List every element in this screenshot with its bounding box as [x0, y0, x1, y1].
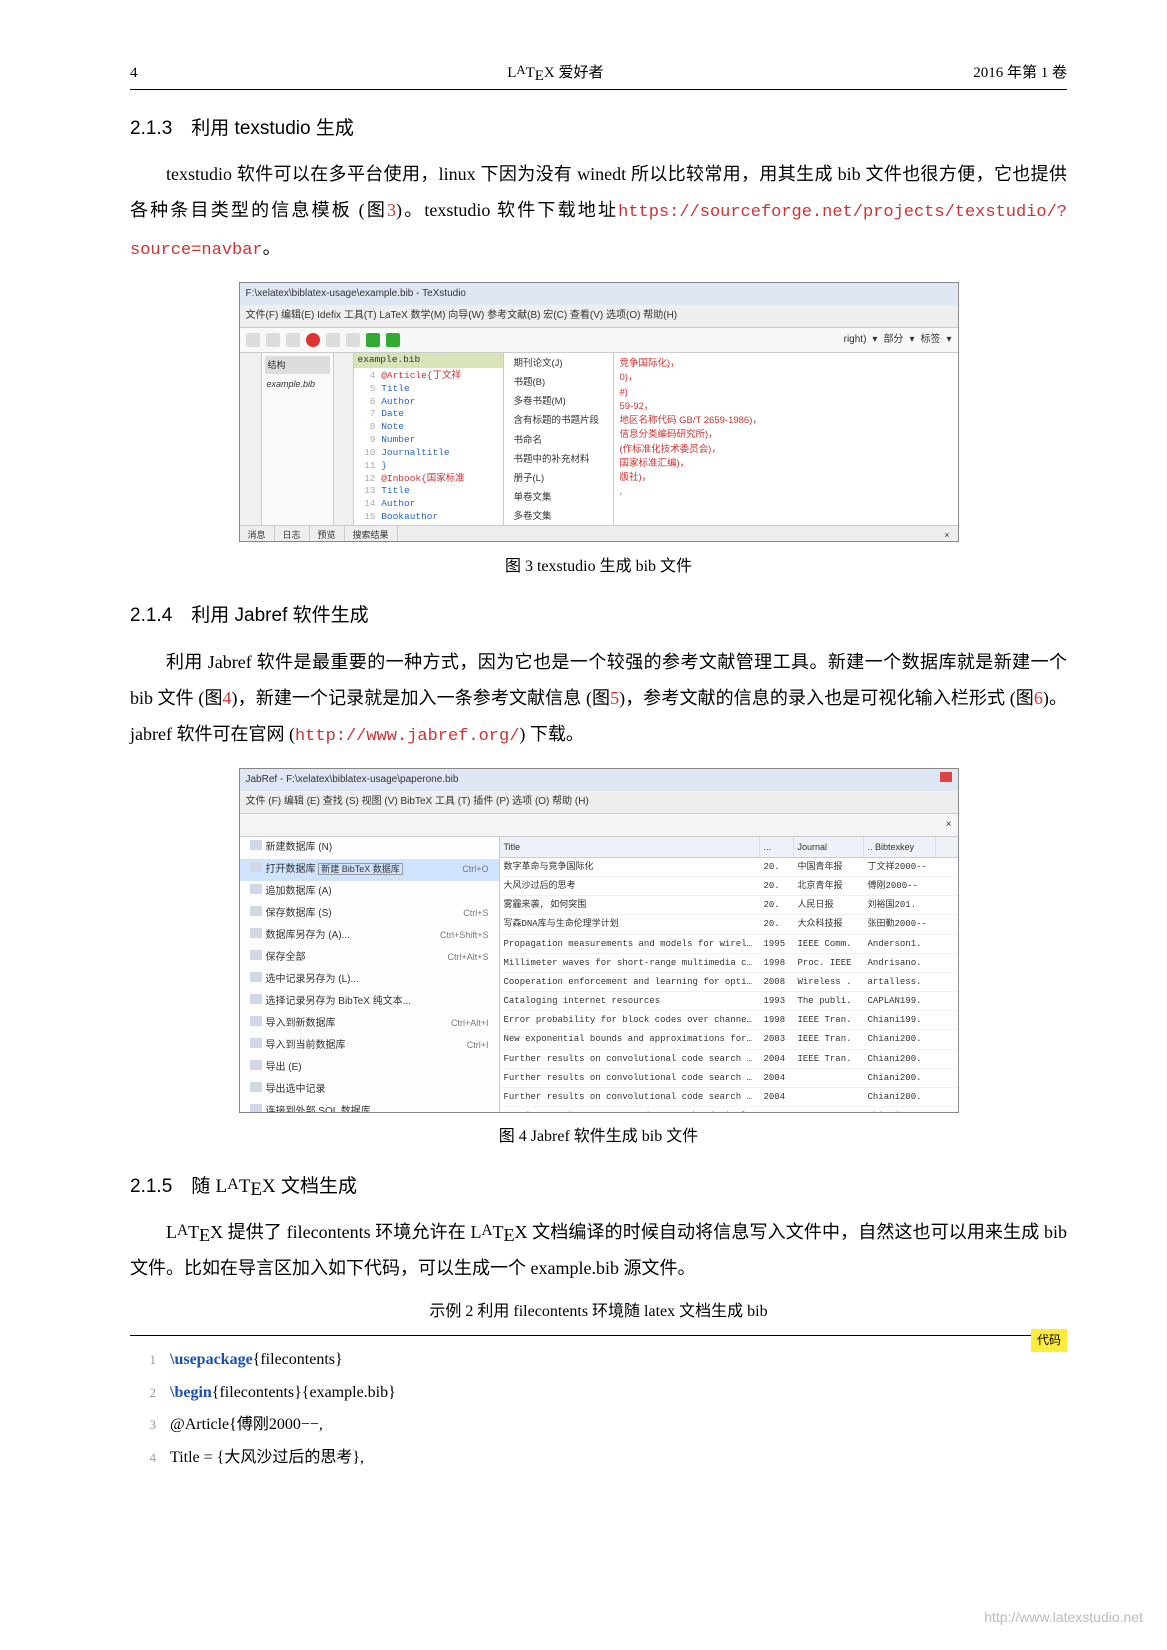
code-label: 代码	[1031, 1329, 1067, 1353]
close-icon[interactable]	[306, 333, 320, 347]
fig3-window-title: F:\xelatex\biblatex-usage\example.bib - …	[240, 283, 958, 305]
fig4-toolbar: ×	[240, 814, 958, 837]
fig4-caption: 图 4 Jabref 软件生成 bib 文件	[130, 1123, 1067, 1152]
page-number: 4	[130, 60, 138, 87]
fig3-toolbar: right) ▾ 部分 ▾ 标签 ▾	[240, 328, 958, 353]
heading-214: 2.1.4 利用 Jabref 软件生成	[130, 599, 1067, 633]
header-right: 2016 年第 1 卷	[973, 60, 1067, 87]
heading-215: 2.1.5 随 LATEX 文档生成	[130, 1170, 1067, 1204]
figref-4[interactable]: 4	[223, 688, 232, 708]
figure-4: JabRef - F:\xelatex\biblatex-usage\paper…	[130, 768, 1067, 1152]
example-2-title: 示例 2 利用 filecontents 环境随 latex 文档生成 bib	[130, 1298, 1067, 1327]
view-icon[interactable]	[386, 333, 400, 347]
figref-3[interactable]: 3	[387, 200, 396, 220]
fig4-mock: JabRef - F:\xelatex\biblatex-usage\paper…	[239, 768, 959, 1113]
open-icon[interactable]	[266, 333, 280, 347]
fig3-menubar: 文件(F) 编辑(E) Idefix 工具(T) LaTeX 数学(M) 向导(…	[240, 305, 958, 328]
save-icon[interactable]	[286, 333, 300, 347]
fig4-menubar: 文件 (F) 编辑 (E) 查找 (S) 视图 (V) BibTeX 工具 (T…	[240, 791, 958, 814]
fig4-file-menu[interactable]: 新建数据库 (N)打开数据库 新建 BibTeX 数据库Ctrl+O追加数据库 …	[240, 837, 500, 1113]
header-rule	[130, 89, 1067, 90]
run-icon[interactable]	[366, 333, 380, 347]
fig3-preview: 竞争国际化)，0)，#)59-92，地区名称代码 GB/T 2659-1986)…	[614, 353, 958, 542]
header-center: LATEX 爱好者	[507, 60, 603, 87]
jabref-url[interactable]: http://www.jabref.org/	[295, 727, 519, 746]
window-buttons[interactable]	[910, 771, 952, 789]
figure-3: F:\xelatex\biblatex-usage\example.bib - …	[130, 282, 1067, 581]
fig3-caption: 图 3 texstudio 生成 bib 文件	[130, 553, 1067, 582]
new-icon[interactable]	[246, 333, 260, 347]
fig3-mock: F:\xelatex\biblatex-usage\example.bib - …	[239, 282, 959, 542]
figref-5[interactable]: 5	[610, 688, 619, 708]
fig3-editor[interactable]: example.bib 4 @Article{丁文祥5 Title6 Autho…	[354, 353, 504, 542]
para-213: texstudio 软件可以在多平台使用，linux 下因为没有 winedt …	[130, 156, 1067, 268]
redo-icon[interactable]	[346, 333, 360, 347]
fig4-entry-table[interactable]: Title ... Journal .. Bibtexkey 数字革命与竞争国际…	[500, 837, 958, 1113]
code-listing: 代码 1\usepackage{filecontents}2\begin{fil…	[130, 1335, 1067, 1473]
running-header: 4 LATEX 爱好者 2016 年第 1 卷	[130, 60, 1067, 87]
fig3-type-menu[interactable]: 期刊论文(J)书题(B)多卷书题(M)含有标题的书题片段书命名书题中的补充材料册…	[504, 353, 614, 542]
fig3-structure-pane: 结构 example.bib	[262, 353, 334, 542]
fig3-side-icons	[334, 353, 354, 542]
fig3-status: 消息日志预览搜索结果 ×	[240, 525, 958, 541]
undo-icon[interactable]	[326, 333, 340, 347]
heading-213: 2.1.3 利用 texstudio 生成	[130, 112, 1067, 146]
fig4-window-title: JabRef - F:\xelatex\biblatex-usage\paper…	[246, 771, 459, 789]
para-215: LATEX 提供了 filecontents 环境允许在 LATEX 文档编译的…	[130, 1214, 1067, 1286]
fig3-icon-gutter	[240, 353, 262, 542]
para-214: 利用 Jabref 软件是最重要的一种方式，因为它也是一个较强的参考文献管理工具…	[130, 644, 1067, 754]
watermark: http://www.latexstudio.net	[984, 1605, 1143, 1630]
figref-6[interactable]: 6	[1034, 688, 1043, 708]
